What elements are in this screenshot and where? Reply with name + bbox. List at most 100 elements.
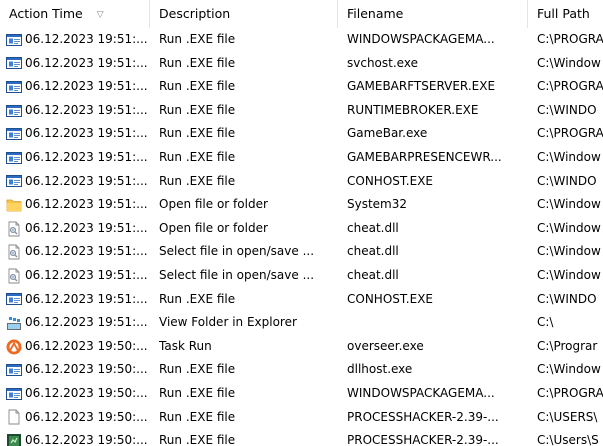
- table-row[interactable]: 06.12.2023 19:51:... Run .EXE file svchost…: [0, 52, 603, 76]
- cell-filename: System32: [347, 197, 408, 212]
- column-header-label: Action Time: [9, 6, 83, 21]
- action-time-text: 06.12.2023 19:50:...: [25, 362, 148, 377]
- action-time-text: 06.12.2023 19:51:...: [25, 173, 148, 188]
- folder-icon: [6, 197, 22, 213]
- table-row[interactable]: 06.12.2023 19:51:... Open file or folder S…: [0, 193, 603, 217]
- table-row[interactable]: 06.12.2023 19:51:... Select file in open/…: [0, 264, 603, 288]
- cell-action-time: 06.12.2023 19:50:...: [0, 358, 150, 382]
- table-row[interactable]: 06.12.2023 19:51:... Run .EXE file RUNTIME…: [0, 99, 603, 123]
- cell-full-path: C:\Window: [537, 362, 601, 377]
- table-row[interactable]: 06.12.2023 19:50:... Run .EXE file dllhost…: [0, 358, 603, 382]
- cell-filename: cheat.dll: [347, 220, 399, 235]
- action-time-text: 06.12.2023 19:51:...: [25, 244, 148, 259]
- action-time-text: 06.12.2023 19:51:...: [25, 315, 148, 330]
- action-time-text: 06.12.2023 19:51:...: [25, 267, 148, 282]
- cell-description: Run .EXE file: [159, 32, 236, 46]
- cell-description: Select file in open/save ...: [159, 267, 315, 282]
- app-icon: [6, 433, 22, 446]
- cell-action-time: 06.12.2023 19:51:...: [0, 99, 150, 123]
- cell-filename: [338, 311, 528, 335]
- executable-icon: [6, 386, 22, 402]
- cell-description: Select file in open/save ...: [159, 244, 315, 259]
- column-header-action-time[interactable]: Action Time ▽: [0, 0, 150, 28]
- table-row[interactable]: 06.12.2023 19:50:... Run .EXE file PROCESS…: [0, 429, 603, 446]
- cell-filename: RUNTIMEBROKER.EXE: [347, 102, 479, 117]
- executable-icon: [6, 126, 22, 142]
- task-icon: [6, 339, 22, 355]
- cell-full-path: C:\PROGRA: [537, 385, 603, 400]
- cell-full-path: C:\PROGRA: [537, 79, 603, 94]
- cell-description: Run .EXE file: [159, 102, 236, 117]
- action-time-text: 06.12.2023 19:50:...: [25, 385, 148, 400]
- cell-description: Run .EXE file: [159, 173, 236, 188]
- table-row[interactable]: 06.12.2023 19:51:... Select file in open/…: [0, 240, 603, 264]
- cell-action-time: 06.12.2023 19:51:...: [0, 193, 150, 217]
- column-header-full-path[interactable]: Full Path: [528, 0, 603, 28]
- cell-filename: svchost.exe: [347, 55, 418, 70]
- column-header-row: Action Time ▽ Description Filename Full P…: [0, 0, 603, 28]
- table-row[interactable]: 06.12.2023 19:50:... Run .EXE file PROCESS…: [0, 406, 603, 430]
- action-time-text: 06.12.2023 19:51:...: [25, 32, 148, 46]
- table-row[interactable]: 06.12.2023 19:51:... Open file or folder c…: [0, 217, 603, 241]
- action-time-text: 06.12.2023 19:51:...: [25, 126, 148, 141]
- table-row[interactable]: 06.12.2023 19:50:... Task Run overseer.exe…: [0, 335, 603, 359]
- executable-icon: [6, 291, 22, 307]
- action-time-text: 06.12.2023 19:50:...: [25, 409, 148, 424]
- executable-icon: [6, 79, 22, 95]
- table-row[interactable]: 06.12.2023 19:51:... View Folder in Explo…: [0, 311, 603, 335]
- cell-filename: cheat.dll: [347, 244, 399, 259]
- cell-action-time: 06.12.2023 19:51:...: [0, 122, 150, 146]
- dll-file-icon: [6, 268, 22, 284]
- cell-action-time: 06.12.2023 19:51:...: [0, 311, 150, 335]
- table-row[interactable]: 06.12.2023 19:51:... Run .EXE file GameBar…: [0, 122, 603, 146]
- column-header-filename[interactable]: Filename: [338, 0, 528, 28]
- cell-action-time: 06.12.2023 19:51:...: [0, 52, 150, 76]
- table-row[interactable]: 06.12.2023 19:51:... Run .EXE file CONHOST…: [0, 288, 603, 312]
- cell-action-time: 06.12.2023 19:50:...: [0, 382, 150, 406]
- cell-action-time: 06.12.2023 19:51:...: [0, 170, 150, 194]
- cell-description: Open file or folder: [159, 220, 268, 235]
- rows-container: 06.12.2023 19:51:... Run .EXE file WINDOWS…: [0, 28, 603, 446]
- cell-action-time: 06.12.2023 19:50:...: [0, 406, 150, 430]
- cell-filename: GameBar.exe: [347, 126, 428, 141]
- explorer-icon: [6, 315, 22, 331]
- cell-description: Task Run: [159, 338, 212, 353]
- cell-action-time: 06.12.2023 19:50:...: [0, 429, 150, 446]
- cell-action-time: 06.12.2023 19:51:...: [0, 28, 150, 52]
- executable-icon: [6, 150, 22, 166]
- executable-icon: [6, 362, 22, 378]
- cell-action-time: 06.12.2023 19:51:...: [0, 146, 150, 170]
- table-row[interactable]: 06.12.2023 19:51:... Run .EXE file GAMEBAR…: [0, 75, 603, 99]
- cell-full-path: C:\: [537, 315, 554, 330]
- cell-full-path: C:\Window: [537, 197, 601, 212]
- executable-icon: [6, 55, 22, 71]
- executable-icon: [6, 32, 22, 48]
- action-time-text: 06.12.2023 19:51:...: [25, 149, 148, 164]
- table-row[interactable]: 06.12.2023 19:51:... Run .EXE file GAMEBAR…: [0, 146, 603, 170]
- cell-full-path: C:\Users\S: [537, 433, 599, 446]
- cell-full-path: C:\WINDO: [537, 173, 597, 188]
- table-row[interactable]: 06.12.2023 19:50:... Run .EXE file WINDOWS…: [0, 382, 603, 406]
- cell-description: Run .EXE file: [159, 409, 236, 424]
- action-time-text: 06.12.2023 19:51:...: [25, 291, 148, 306]
- cell-full-path: C:\PROGRA: [537, 32, 603, 46]
- dll-file-icon: [6, 221, 22, 237]
- cell-full-path: C:\Window: [537, 220, 601, 235]
- cell-description: View Folder in Explorer: [159, 315, 297, 330]
- cell-action-time: 06.12.2023 19:51:...: [0, 75, 150, 99]
- cell-action-time: 06.12.2023 19:51:...: [0, 264, 150, 288]
- cell-filename: CONHOST.EXE: [347, 173, 433, 188]
- action-time-text: 06.12.2023 19:50:...: [25, 433, 148, 446]
- blank-file-icon: [6, 409, 22, 425]
- table-row[interactable]: 06.12.2023 19:51:... Run .EXE file WINDOWS…: [0, 28, 603, 52]
- action-time-text: 06.12.2023 19:51:...: [25, 220, 148, 235]
- cell-description: Run .EXE file: [159, 362, 236, 377]
- action-time-text: 06.12.2023 19:50:...: [25, 338, 148, 353]
- activity-list-view[interactable]: Action Time ▽ Description Filename Full P…: [0, 0, 603, 446]
- cell-filename: cheat.dll: [347, 267, 399, 282]
- table-row[interactable]: 06.12.2023 19:51:... Run .EXE file CONHOST…: [0, 170, 603, 194]
- column-header-description[interactable]: Description: [150, 0, 338, 28]
- cell-description: Run .EXE file: [159, 433, 236, 446]
- executable-icon: [6, 103, 22, 119]
- cell-action-time: 06.12.2023 19:51:...: [0, 217, 150, 241]
